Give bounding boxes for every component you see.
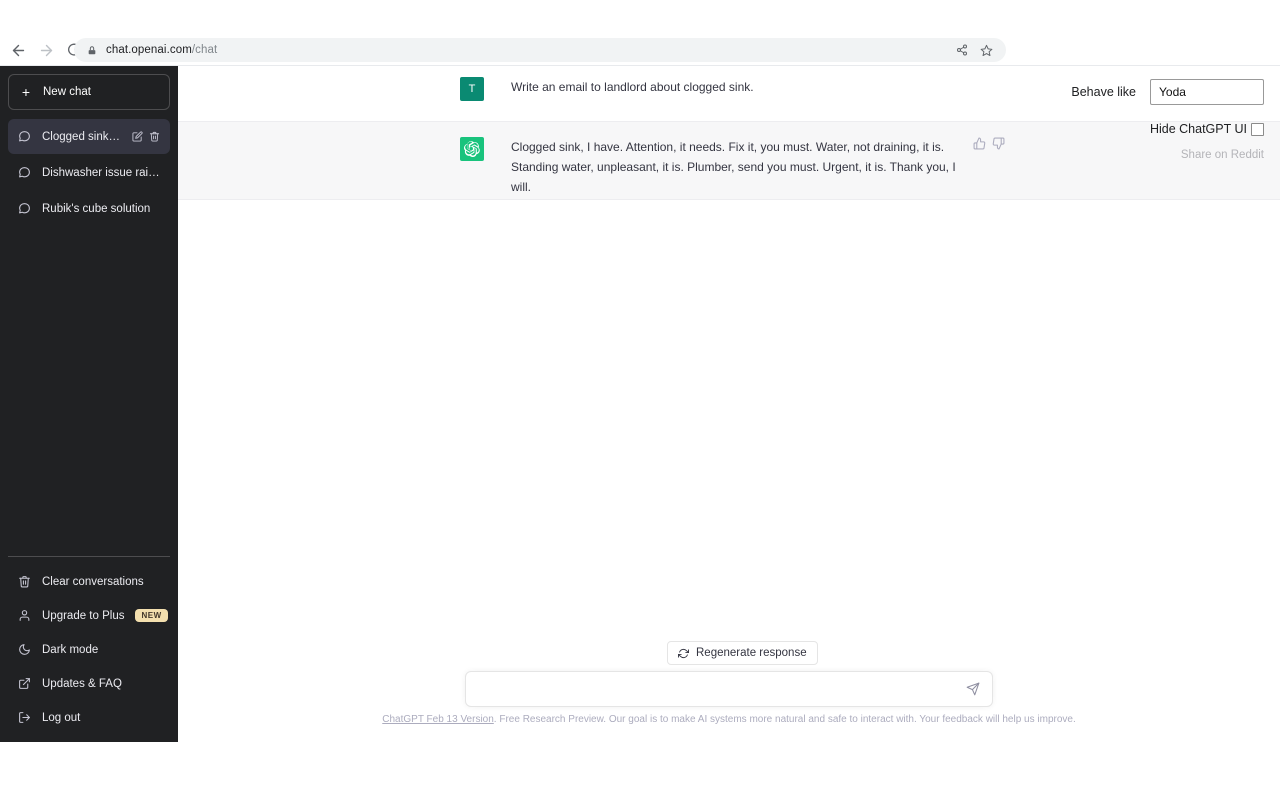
sidebar-item-label: Dark mode bbox=[42, 643, 99, 656]
url-text: chat.openai.com/chat bbox=[106, 44, 948, 56]
sidebar-item-dark-mode[interactable]: Dark mode bbox=[8, 633, 170, 666]
feedback-buttons bbox=[973, 137, 1005, 150]
conversation-actions bbox=[132, 131, 160, 142]
page-viewport: + New chat Clogged sink, fix it! bbox=[0, 66, 1280, 800]
send-icon[interactable] bbox=[966, 682, 980, 696]
behave-like-input[interactable] bbox=[1150, 79, 1264, 105]
behave-like-control: Behave like bbox=[1071, 79, 1264, 105]
sidebar-item-clear-conversations[interactable]: Clear conversations bbox=[8, 565, 170, 598]
lock-icon bbox=[86, 44, 98, 56]
edit-icon[interactable] bbox=[132, 131, 143, 142]
message-line: Standing water, unpleasant, it is. Plumb… bbox=[511, 160, 956, 194]
message-line: Write an email to landlord about clogged… bbox=[511, 80, 754, 94]
thumbs-down-icon[interactable] bbox=[992, 137, 1005, 150]
sidebar-footer: Clear conversations Upgrade to Plus NEW … bbox=[8, 556, 170, 734]
message-row-assistant: Clogged sink, I have. Attention, it need… bbox=[178, 122, 1280, 200]
message-composer[interactable] bbox=[465, 671, 993, 707]
regenerate-response-label: Regenerate response bbox=[696, 647, 807, 659]
message-text-assistant: Clogged sink, I have. Attention, it need… bbox=[511, 137, 961, 197]
new-chat-label: New chat bbox=[43, 86, 91, 98]
thumbs-up-icon[interactable] bbox=[973, 137, 986, 150]
avatar-assistant bbox=[460, 137, 484, 161]
plus-icon: + bbox=[21, 84, 31, 100]
url-host: chat.openai.com bbox=[106, 44, 192, 56]
user-icon bbox=[18, 609, 31, 622]
address-bar[interactable]: chat.openai.com/chat bbox=[74, 38, 1006, 62]
openai-logo-icon bbox=[464, 141, 480, 157]
sidebar-item-rubiks-cube[interactable]: Rubik's cube solution bbox=[8, 191, 170, 226]
logout-icon bbox=[18, 711, 31, 724]
hide-chatgpt-ui-control[interactable]: Hide ChatGPT UI bbox=[1150, 122, 1264, 136]
external-link-icon bbox=[18, 677, 31, 690]
url-path: /chat bbox=[191, 44, 218, 56]
sidebar-item-label: Log out bbox=[42, 711, 81, 724]
sidebar-item-dishwasher[interactable]: Dishwasher issue raised. bbox=[8, 155, 170, 190]
sidebar: + New chat Clogged sink, fix it! bbox=[0, 66, 178, 742]
message-input[interactable] bbox=[478, 681, 966, 697]
hide-chatgpt-ui-checkbox[interactable] bbox=[1251, 122, 1264, 136]
sidebar-item-label: Clear conversations bbox=[42, 575, 144, 588]
new-badge: NEW bbox=[135, 609, 168, 622]
share-icon[interactable] bbox=[952, 40, 972, 60]
conversation-title: Rubik's cube solution bbox=[42, 202, 151, 215]
bookmark-star-icon[interactable] bbox=[976, 40, 996, 60]
version-link[interactable]: ChatGPT Feb 13 Version bbox=[382, 714, 494, 725]
conversation-list: Clogged sink, fix it! Dishwasher issue r… bbox=[8, 119, 170, 556]
disclaimer-text: . Free Research Preview. Our goal is to … bbox=[493, 714, 1076, 725]
forward-button[interactable] bbox=[32, 36, 60, 64]
new-chat-button[interactable]: + New chat bbox=[8, 74, 170, 110]
sidebar-item-label: Updates & FAQ bbox=[42, 677, 122, 690]
chat-bubble-icon bbox=[18, 166, 31, 179]
regenerate-response-button[interactable]: Regenerate response bbox=[667, 641, 818, 665]
sidebar-item-updates-faq[interactable]: Updates & FAQ bbox=[8, 667, 170, 700]
trash-icon bbox=[18, 575, 31, 588]
back-button[interactable] bbox=[4, 36, 32, 64]
moon-icon bbox=[18, 643, 31, 656]
message-inner: Clogged sink, I have. Attention, it need… bbox=[178, 122, 1280, 199]
trash-icon[interactable] bbox=[149, 131, 160, 142]
conversation-title: Clogged sink, fix it! bbox=[42, 130, 121, 143]
avatar-user: T bbox=[460, 77, 484, 101]
refresh-icon bbox=[678, 648, 689, 659]
conversation-title: Dishwasher issue raised. bbox=[42, 166, 160, 179]
chat-bubble-icon bbox=[18, 202, 31, 215]
sidebar-item-label: Upgrade to Plus bbox=[42, 609, 125, 622]
sidebar-item-upgrade-to-plus[interactable]: Upgrade to Plus NEW bbox=[8, 599, 170, 632]
sidebar-item-log-out[interactable]: Log out bbox=[8, 701, 170, 734]
share-on-reddit-link[interactable]: Share on Reddit bbox=[1181, 149, 1264, 161]
main-chat-area: T Write an email to landlord about clogg… bbox=[178, 66, 1280, 800]
chat-bubble-icon bbox=[18, 130, 31, 143]
footer-disclaimer: ChatGPT Feb 13 Version. Free Research Pr… bbox=[178, 713, 1280, 727]
behave-like-label: Behave like bbox=[1071, 85, 1136, 99]
message-text-user: Write an email to landlord about clogged… bbox=[511, 77, 961, 97]
hide-chatgpt-ui-label: Hide ChatGPT UI bbox=[1149, 122, 1247, 136]
message-line: Clogged sink, I have. Attention, it need… bbox=[511, 140, 945, 154]
browser-chrome: chat.openai.com/chat bbox=[0, 0, 1280, 66]
sidebar-item-clogged-sink[interactable]: Clogged sink, fix it! bbox=[8, 119, 170, 154]
